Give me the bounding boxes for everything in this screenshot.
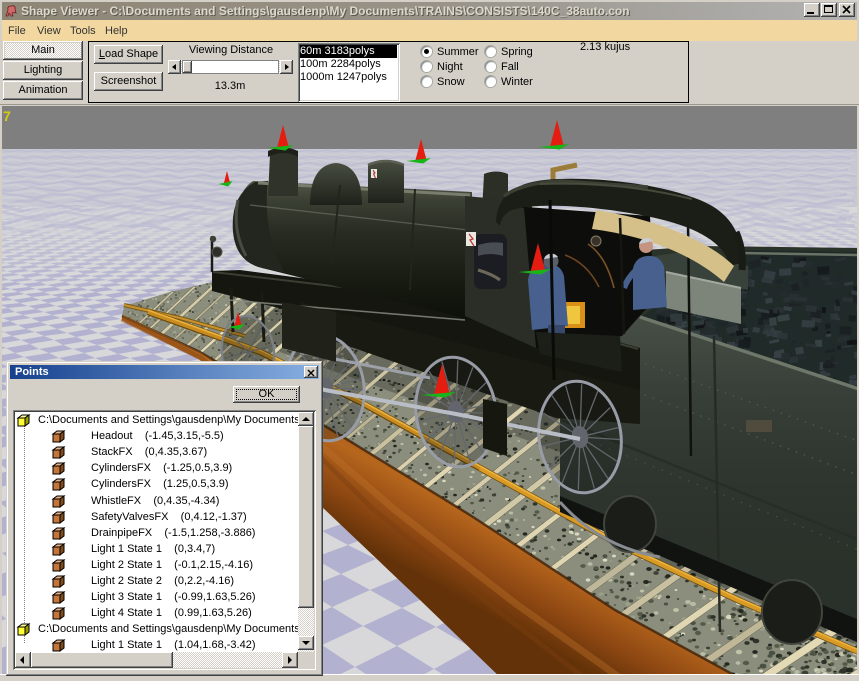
svg-text:7: 7 (3, 108, 11, 124)
